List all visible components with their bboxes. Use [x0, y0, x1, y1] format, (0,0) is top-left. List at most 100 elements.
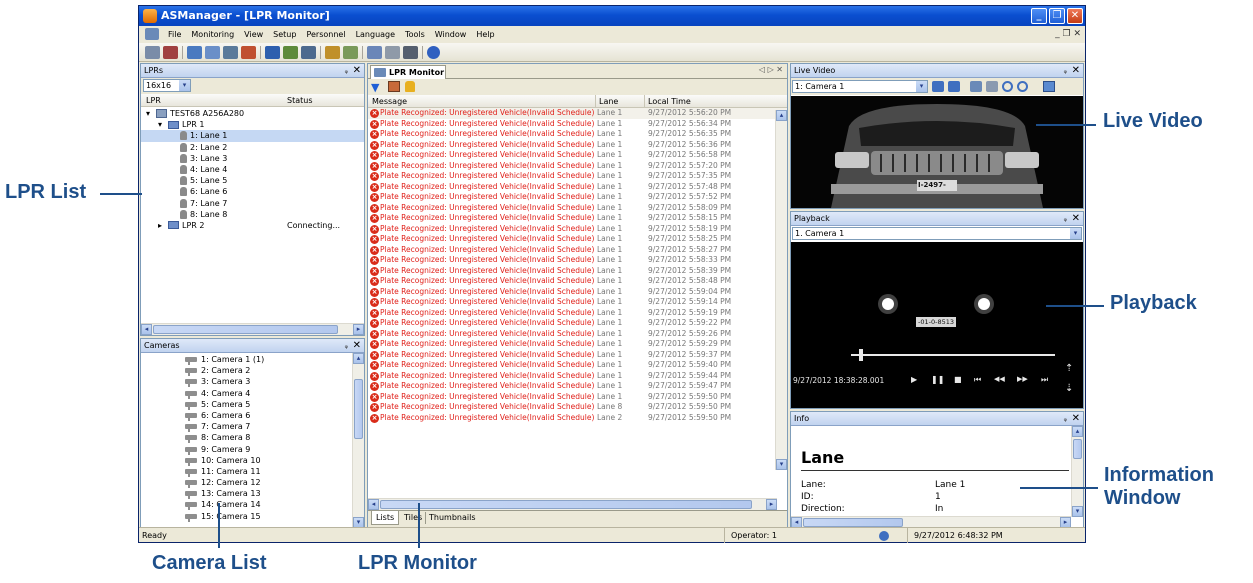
tab-tiles[interactable]: Tiles [401, 512, 425, 524]
scroll-left-icon[interactable]: ◂ [368, 499, 379, 510]
camera-list-item[interactable]: 15: Camera 15 [185, 511, 364, 522]
menu-window[interactable]: Window [430, 26, 472, 43]
table-row[interactable]: × Plate Recognized: Unregistered Vehicle(… [368, 266, 787, 277]
tree-node[interactable]: 2: Lane 2 [141, 142, 364, 153]
users-icon[interactable] [325, 45, 340, 59]
camera-list-item[interactable]: 2: Camera 2 [185, 365, 364, 377]
chevron-down-icon[interactable]: ▾ [179, 80, 190, 91]
grid-icon[interactable] [301, 45, 316, 59]
search-icon[interactable] [367, 45, 382, 59]
info-vscrollbar[interactable]: ▴ ▾ [1071, 426, 1083, 517]
camera-list-item[interactable]: 7: Camera 7 [185, 421, 364, 433]
camera-list-item[interactable]: 12: Camera 12 [185, 477, 364, 489]
table-row[interactable]: × Plate Recognized: Unregistered Vehicle(… [368, 255, 787, 266]
camera-list-item[interactable]: 6: Camera 6 [185, 410, 364, 421]
table-row[interactable]: × Plate Recognized: Unregistered Vehicle(… [368, 171, 787, 182]
table-row[interactable]: × Plate Recognized: Unregistered Vehicle(… [368, 119, 787, 130]
table-row[interactable]: × Plate Recognized: Unregistered Vehicle(… [368, 224, 787, 235]
camera-list-item[interactable]: 3: Camera 3 [185, 376, 364, 388]
close-icon[interactable]: ✕ [1072, 212, 1080, 225]
pause-button[interactable]: ❚❚ [931, 375, 944, 384]
scroll-right-icon[interactable]: ▸ [766, 499, 777, 510]
scroll-down-icon[interactable]: ▾ [776, 459, 787, 470]
playback-video[interactable]: -01-0-8513 9/27/2012 18:38:28.001 ▶ ❚❚ ■… [791, 242, 1083, 408]
expand-toggle-icon[interactable]: ▸ [158, 220, 168, 231]
scroll-thumb[interactable] [354, 379, 363, 439]
skip-end-button[interactable]: ⏭ [1041, 375, 1048, 385]
col-status[interactable]: Status [287, 94, 313, 107]
table-row[interactable]: × Plate Recognized: Unregistered Vehicle(… [368, 339, 787, 350]
menu-setup[interactable]: Setup [268, 26, 301, 43]
scroll-thumb[interactable] [153, 325, 338, 334]
skip-start-button[interactable]: ⏮ [974, 375, 981, 385]
playback-position-handle[interactable] [859, 349, 864, 361]
icon-size-select[interactable]: 16x16 ▾ [143, 79, 191, 92]
scroll-thumb[interactable] [803, 518, 903, 527]
table-row[interactable]: × Plate Recognized: Unregistered Vehicle(… [368, 392, 787, 403]
col-local-time[interactable]: Local Time [644, 95, 691, 108]
close-icon[interactable]: ✕ [1072, 412, 1080, 425]
table-row[interactable]: × Plate Recognized: Unregistered Vehicle(… [368, 276, 787, 287]
pin-icon[interactable]: ᵩ [1064, 64, 1067, 77]
speed-up-icon[interactable]: ⇡ [1065, 363, 1073, 374]
table-row[interactable]: × Plate Recognized: Unregistered Vehicle(… [368, 308, 787, 319]
ptz-right-icon[interactable] [948, 81, 960, 92]
tree-node[interactable]: 6: Lane 6 [141, 186, 364, 197]
monitor-vscrollbar[interactable]: ▴ ▾ [775, 110, 787, 470]
menu-language[interactable]: Language [351, 26, 400, 43]
title-bar[interactable]: ASManager - [LPR Monitor] _ ❐ ✕ [139, 6, 1085, 26]
scroll-up-icon[interactable]: ▴ [353, 353, 364, 364]
mdi-window-controls[interactable]: _ ❐ ✕ [1055, 26, 1081, 43]
tree-node[interactable]: 3: Lane 3 [141, 153, 364, 164]
scroll-right-icon[interactable]: ▸ [353, 324, 364, 335]
camera-list-item[interactable]: 10: Camera 10 [185, 455, 364, 466]
scroll-up-icon[interactable]: ▴ [776, 110, 787, 121]
pin-icon[interactable]: ᵩ [345, 64, 348, 77]
pin-icon[interactable]: ᵩ [1064, 412, 1067, 425]
scroll-up-icon[interactable]: ▴ [1072, 426, 1083, 437]
stop-button[interactable]: ■ [954, 375, 962, 384]
table-row[interactable]: × Plate Recognized: Unregistered Vehicle(… [368, 402, 787, 413]
lprs-hscrollbar[interactable]: ◂ ▸ [141, 323, 364, 335]
tab-lpr-monitor[interactable]: LPR Monitor [370, 65, 446, 79]
table-row[interactable]: × Plate Recognized: Unregistered Vehicle(… [368, 129, 787, 140]
camera-list-item[interactable]: 4: Camera 4 [185, 388, 364, 399]
camera-list-item[interactable]: 5: Camera 5 [185, 399, 364, 410]
chevron-down-icon[interactable]: ▾ [1070, 228, 1081, 239]
live-camera-select[interactable]: 1: Camera 1 ▾ [792, 80, 928, 93]
exit-icon[interactable] [163, 45, 178, 59]
lpr-setup-icon[interactable] [187, 45, 202, 59]
tree-node[interactable]: 4: Lane 4 [141, 164, 364, 175]
camera-list-item[interactable]: 8: Camera 8 [185, 432, 364, 444]
export-icon[interactable] [388, 81, 400, 92]
print-icon[interactable] [385, 45, 400, 59]
close-icon[interactable]: ✕ [353, 64, 361, 77]
table-row[interactable]: × Plate Recognized: Unregistered Vehicle(… [368, 329, 787, 340]
menu-help[interactable]: Help [471, 26, 499, 43]
table-row[interactable]: × Plate Recognized: Unregistered Vehicle(… [368, 318, 787, 329]
chevron-down-icon[interactable]: ▾ [916, 81, 927, 92]
table-row[interactable]: × Plate Recognized: Unregistered Vehicle(… [368, 213, 787, 224]
col-lane[interactable]: Lane [595, 95, 618, 108]
tree-node[interactable]: 7: Lane 7 [141, 198, 364, 209]
camera-list-item[interactable]: 14: Camera 14 [185, 499, 364, 511]
pin-icon[interactable]: ᵩ [1064, 212, 1067, 225]
minimize-button[interactable]: _ [1031, 8, 1047, 24]
snapshot-icon[interactable] [986, 81, 998, 92]
zoom-in-icon[interactable] [1002, 81, 1013, 92]
tree-node[interactable]: 1: Lane 1 [141, 130, 364, 142]
pin-icon[interactable]: ᵩ [345, 339, 348, 352]
table-row[interactable]: × Plate Recognized: Unregistered Vehicle(… [368, 140, 787, 151]
scroll-down-icon[interactable]: ▾ [1072, 506, 1083, 517]
table-row[interactable]: × Plate Recognized: Unregistered Vehicle(… [368, 360, 787, 371]
table-row[interactable]: × Plate Recognized: Unregistered Vehicle(… [368, 161, 787, 172]
live-video-feed[interactable]: I-2497- [791, 96, 1083, 208]
close-icon[interactable]: ✕ [1072, 64, 1080, 77]
tree-node[interactable]: 5: Lane 5 [141, 175, 364, 186]
tab-lists[interactable]: Lists [371, 511, 400, 525]
scroll-left-icon[interactable]: ◂ [141, 324, 152, 335]
camera-list-item[interactable]: 13: Camera 13 [185, 488, 364, 500]
menu-tools[interactable]: Tools [400, 26, 430, 43]
cameras-vscrollbar[interactable]: ▴ ▾ [352, 353, 364, 528]
camera-list-item[interactable]: 1: Camera 1 (1) [185, 354, 364, 365]
